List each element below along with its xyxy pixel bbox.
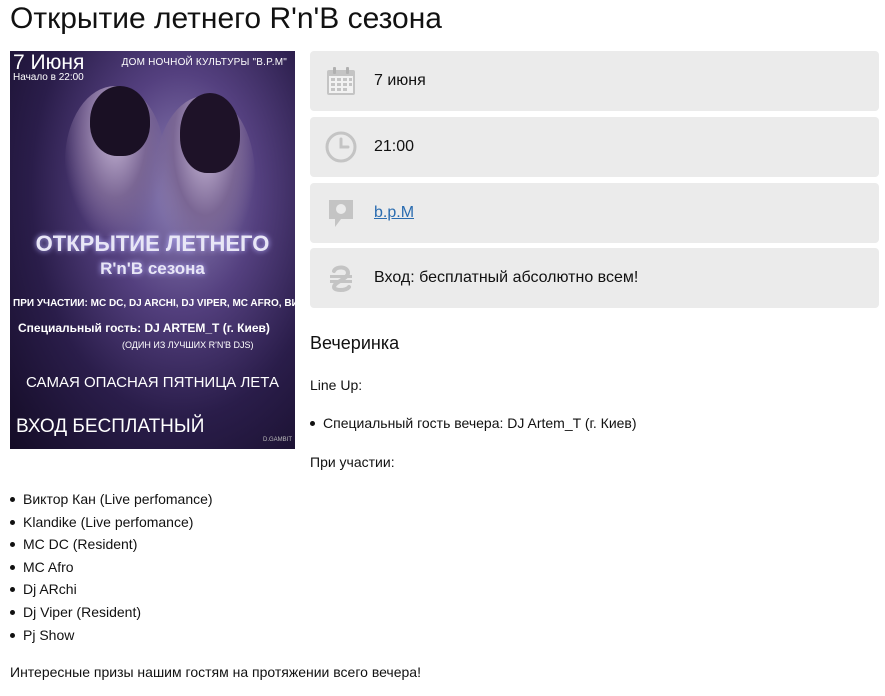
poster-headline: ОТКРЫТИЕ ЛЕТНЕГО xyxy=(35,231,270,256)
event-poster-image: 7 Июня Начало в 22:00 ДОМ НОЧНОЙ КУЛЬТУР… xyxy=(10,51,295,449)
event-place: b.p.M xyxy=(374,183,414,243)
event-price: Вход: бесплатный абсолютно всем! xyxy=(374,269,639,286)
list-item: Специальный гость вечера: DJ Artem_T (г.… xyxy=(310,412,637,435)
event-date: 7 июня xyxy=(374,72,426,89)
poster-slogan: САМАЯ ОПАСНАЯ ПЯТНИЦА ЛЕТА xyxy=(26,374,279,391)
poster-special-guest-note: (ОДИН ИЗ ЛУЧШИХ R'N'B DJS) xyxy=(122,340,254,350)
event-place-box: b.p.M xyxy=(310,183,879,243)
poster-subheadline: R'n'B сезона xyxy=(100,259,205,278)
poster-logo: D.GAMBIT xyxy=(263,437,293,443)
event-price-box: Вход: бесплатный абсолютно всем! xyxy=(310,248,879,308)
poster-participants: ПРИ УЧАСТИИ: MC DC, DJ ARCHI, DJ VIPER, … xyxy=(13,298,295,309)
participants-list: Виктор Кан (Live perfomance) Klandike (L… xyxy=(10,488,213,646)
list-item: Pj Show xyxy=(10,624,213,647)
clock-icon xyxy=(325,131,357,163)
lineup-label: Line Up: xyxy=(310,377,363,393)
list-item: MC DC (Resident) xyxy=(10,533,213,556)
event-date-box: 7 июня xyxy=(310,51,879,111)
poster-figure-hair-right xyxy=(180,93,240,173)
poster-special-guest: Специальный гость: DJ ARTEM_T (г. Киев) xyxy=(18,321,270,335)
list-item: MC Afro xyxy=(10,556,213,579)
location-pin-icon xyxy=(329,200,353,227)
list-item: Dj ARchi xyxy=(10,578,213,601)
poster-figure-hair-left xyxy=(90,86,150,156)
hryvnia-icon xyxy=(330,265,352,292)
description-heading: Вечеринка xyxy=(310,333,400,353)
event-time-box: 21:00 xyxy=(310,117,879,177)
participants-label: При участии: xyxy=(310,454,395,470)
list-item: Dj Viper (Resident) xyxy=(10,601,213,624)
poster-venue: ДОМ НОЧНОЙ КУЛЬТУРЫ "B.P.M" xyxy=(121,57,287,68)
calendar-icon xyxy=(327,67,355,95)
venue-link[interactable]: b.p.M xyxy=(374,204,414,221)
poster-entry: ВХОД БЕСПЛАТНЫЙ xyxy=(16,416,205,437)
event-time: 21:00 xyxy=(374,138,415,155)
poster-time: Начало в 22:00 xyxy=(13,72,84,83)
page-title: Открытие летнего R'n'B сезона xyxy=(10,2,442,35)
list-item: Klandike (Live perfomance) xyxy=(10,511,213,534)
footer-note: Интересные призы нашим гостям на протяже… xyxy=(10,664,421,680)
lineup-list: Специальный гость вечера: DJ Artem_T (г.… xyxy=(310,412,637,435)
list-item: Виктор Кан (Live perfomance) xyxy=(10,488,213,511)
